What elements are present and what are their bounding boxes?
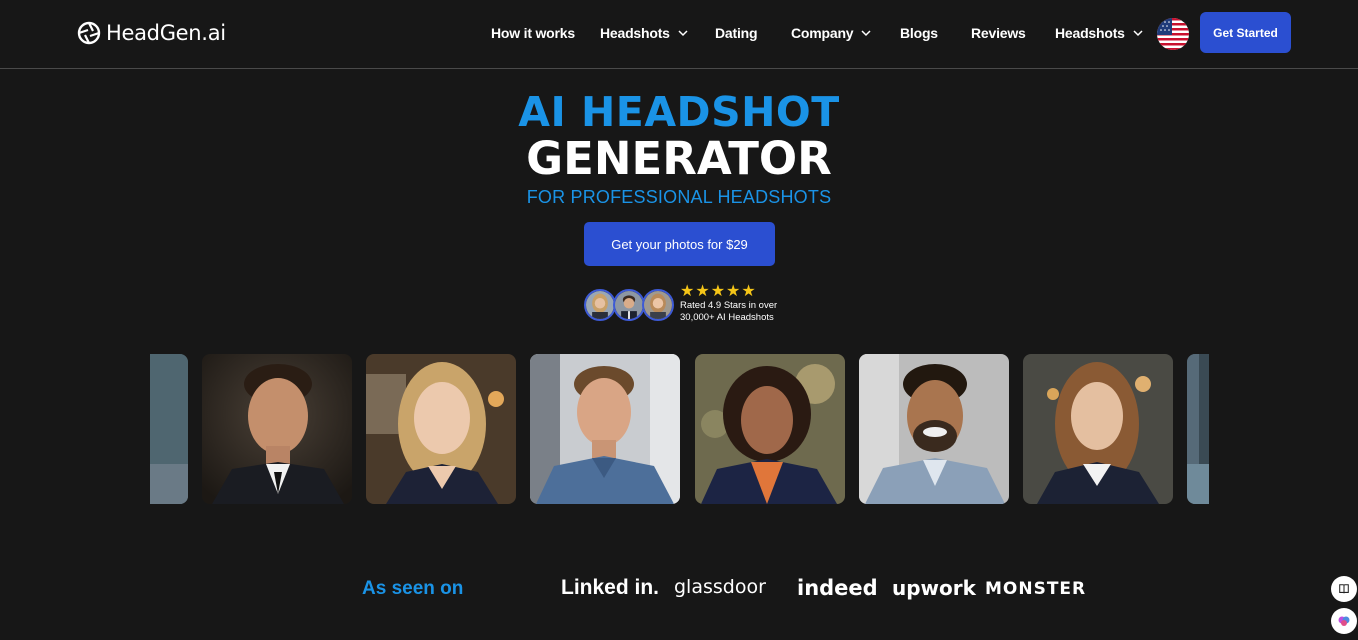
top-navbar: HeadGen.ai How it works Headshots Dating… — [0, 0, 1358, 69]
linkedin-logo: Linked in. — [561, 576, 660, 599]
get-photos-button[interactable]: Get your photos for $29 — [584, 222, 775, 266]
nav-blogs[interactable]: Blogs — [900, 25, 938, 41]
chevron-down-icon — [861, 30, 871, 37]
partial-headshot-right — [1187, 354, 1209, 504]
blonde-woman-headshot — [366, 354, 516, 504]
book-icon[interactable] — [1331, 576, 1357, 602]
indeed-logo: indeed — [797, 576, 878, 600]
nav-item-label: Dating — [715, 25, 758, 41]
nav-item-label: Company — [791, 25, 854, 41]
bearded-man-blazer-headshot — [859, 354, 1009, 504]
glassdoor-logo: glassdoor — [674, 576, 766, 598]
brain-icon[interactable] — [1331, 608, 1357, 634]
rating-line-2: 30,000+ AI Headshots — [680, 312, 774, 323]
hero-title-line2: GENERATOR — [526, 132, 832, 185]
nav-how-it-works[interactable]: How it works — [491, 25, 575, 41]
as-seen-on-label: As seen on — [362, 578, 464, 599]
logo[interactable]: HeadGen.ai — [76, 20, 226, 46]
rating-text: ★★★★★ Rated 4.9 Stars in over 30,000+ AI… — [680, 284, 777, 324]
five-stars-icon: ★★★★★ — [680, 283, 757, 300]
upwork-logo: upwork — [892, 576, 976, 600]
us-flag-icon[interactable] — [1157, 18, 1189, 50]
avatar — [642, 289, 674, 321]
rating-line-1: Rated 4.9 Stars in over — [680, 300, 778, 311]
nav-reviews[interactable]: Reviews — [971, 25, 1026, 41]
aperture-logo-icon — [77, 21, 101, 45]
nav-item-label: Headshots — [600, 25, 670, 41]
chevron-down-icon — [1133, 30, 1143, 37]
headshot-gallery — [150, 354, 1209, 504]
hero-title-line1: AI HEADSHOT — [518, 88, 840, 136]
get-started-button[interactable]: Get Started — [1200, 12, 1291, 53]
nav-item-label: Reviews — [971, 25, 1026, 41]
nav-company-dropdown[interactable]: Company — [791, 25, 871, 41]
man-dark-suit-headshot — [202, 354, 352, 504]
avatar — [584, 289, 616, 321]
woman-curly-hair-blazer-headshot — [695, 354, 845, 504]
logo-text: HeadGen.ai — [106, 21, 226, 45]
nav-dating[interactable]: Dating — [715, 25, 758, 41]
nav-item-label: Headshots — [1055, 25, 1125, 41]
nav-headshots-dropdown[interactable]: Headshots — [600, 25, 688, 41]
nav-item-label: Blogs — [900, 25, 938, 41]
nav-item-label: How it works — [491, 25, 575, 41]
nav-headshots-dropdown-2[interactable]: Headshots — [1055, 25, 1143, 41]
rating-badge: ★★★★★ Rated 4.9 Stars in over 30,000+ AI… — [584, 284, 777, 324]
man-denim-shirt-headshot — [530, 354, 680, 504]
avatar-stack — [584, 287, 676, 321]
avatar — [613, 289, 645, 321]
hero-subtitle: FOR PROFESSIONAL HEADSHOTS — [526, 187, 832, 207]
monster-logo: MONSTER — [985, 579, 1087, 599]
woman-long-hair-headshot — [1023, 354, 1173, 504]
partial-headshot-left — [150, 354, 188, 504]
chevron-down-icon — [678, 30, 688, 37]
